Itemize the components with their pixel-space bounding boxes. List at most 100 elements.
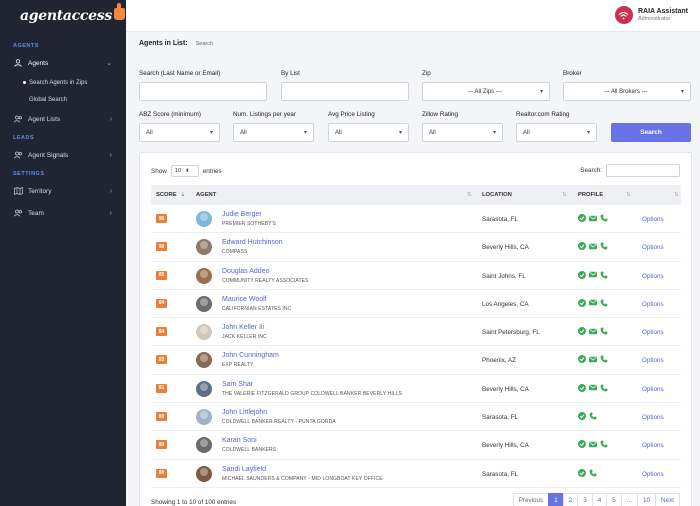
agent-location: Saint Johns, FL (482, 272, 526, 280)
email-icon[interactable] (589, 384, 597, 391)
agent-location: Sarasota, FL (482, 216, 519, 223)
realtor-select[interactable]: All ▾ (516, 123, 597, 142)
email-icon[interactable] (589, 271, 597, 278)
phone-icon[interactable] (600, 327, 608, 335)
score-badge: 83 (156, 355, 167, 365)
agent-name-link[interactable]: Edward Hutchinson (222, 239, 283, 246)
abz-score-select[interactable]: All ▾ (139, 123, 220, 142)
zillow-select[interactable]: All ▾ (422, 123, 503, 142)
agent-location: Beverly Hills, CA (482, 244, 529, 252)
sidebar-item-agent-lists[interactable]: Agent Lists › (0, 108, 126, 130)
user-menu[interactable]: RAIA Assistant Administrator (614, 6, 688, 24)
pagination-previous[interactable]: Previous (512, 493, 550, 506)
entries-length: Show 10 ⬍ entries (151, 165, 222, 177)
sidebar-item-team[interactable]: Team › (0, 202, 126, 224)
search-input[interactable] (139, 82, 267, 101)
pagination-next[interactable]: Next (655, 493, 680, 506)
phone-icon[interactable] (600, 384, 608, 392)
email-icon[interactable] (589, 299, 597, 306)
agent-name-link[interactable]: John Keller Iii (222, 324, 264, 331)
options-link[interactable]: Options (642, 216, 664, 223)
options-link[interactable]: Options (642, 357, 664, 364)
phone-icon[interactable] (589, 469, 597, 477)
profile-icons (578, 327, 611, 336)
email-icon[interactable] (589, 243, 597, 250)
pagination-page-4[interactable]: 4 (591, 493, 608, 506)
email-icon[interactable] (589, 215, 597, 222)
score-badge: 85 (156, 270, 167, 280)
sidebar-item-agent-signals[interactable]: Agent Signals › (0, 144, 126, 166)
agent-company: CALIFORNIAN ESTATES INC (222, 305, 292, 312)
bullet-icon (23, 81, 26, 84)
avatar (196, 295, 212, 312)
agent-company: COLDWELL BANKER REALTY - PUNTA GORDA (222, 419, 336, 426)
user-name: RAIA Assistant (637, 8, 688, 15)
results-card: Show 10 ⬍ entries Search: SCORE ⇣ AGENT … (139, 152, 692, 506)
pagination-page-10[interactable]: 10 (637, 493, 657, 506)
top-bar: RAIA Assistant Administrator (126, 0, 700, 32)
email-icon[interactable] (589, 328, 597, 335)
pagination-page-3[interactable]: 3 (577, 493, 593, 506)
email-icon[interactable] (589, 356, 597, 363)
broker-select[interactable]: --- All Brokers --- ▾ (563, 82, 691, 101)
zip-select-value: --- All Zips --- (467, 88, 502, 95)
sidebar: agentaccess AGENTS Agents ⌄ Search Agent… (0, 0, 126, 506)
phone-icon[interactable] (600, 355, 608, 363)
logo[interactable]: agentaccess (0, 0, 126, 32)
zip-select[interactable]: --- All Zips --- ▾ (422, 82, 550, 101)
agent-name-link[interactable]: Douglas Addeo (222, 268, 269, 275)
phone-icon[interactable] (600, 271, 608, 279)
phone-icon[interactable] (600, 214, 608, 222)
phone-icon[interactable] (600, 440, 608, 448)
table-search-input[interactable] (606, 164, 680, 177)
pagination-page-1[interactable]: 1 (548, 493, 564, 506)
header-profile[interactable]: PROFILE (578, 185, 603, 205)
pagination-page-5[interactable]: 5 (606, 493, 622, 506)
agent-name-link[interactable]: Maurice Woolf (222, 296, 267, 303)
listings-value: All (240, 129, 247, 136)
agent-company: THE VALERIE FITZGERALD GROUP COLDWELL BA… (222, 390, 403, 397)
agent-name-link[interactable]: Judie Berger (222, 211, 262, 218)
options-link[interactable]: Options (642, 471, 664, 478)
options-link[interactable]: Options (642, 301, 664, 308)
header-agent[interactable]: AGENT (196, 185, 216, 205)
by-list-input[interactable] (281, 82, 409, 101)
header-location[interactable]: LOCATION (482, 185, 512, 205)
options-link[interactable]: Options (642, 386, 664, 393)
phone-icon[interactable] (600, 299, 608, 307)
options-link[interactable]: Options (642, 329, 664, 336)
sort-icon: ⇅ (562, 192, 567, 198)
sidebar-item-territory[interactable]: Territory › (0, 180, 126, 202)
email-icon[interactable] (589, 441, 597, 448)
search-button[interactable]: Search (611, 123, 691, 142)
zillow-label: Zillow Rating (422, 111, 459, 118)
abz-score-label: ABZ Score (minimum) (139, 111, 201, 118)
options-link[interactable]: Options (642, 244, 664, 251)
agent-name-link[interactable]: John Cunningham (222, 352, 279, 359)
options-link[interactable]: Options (642, 414, 664, 421)
header-score[interactable]: SCORE ⇣ (156, 185, 185, 205)
listings-select[interactable]: All ▾ (233, 123, 314, 142)
check-circle-icon (578, 440, 586, 449)
entries-select[interactable]: 10 ⬍ (170, 165, 199, 177)
sidebar-item-agents[interactable]: Agents ⌄ (0, 52, 126, 74)
agent-name-link[interactable]: Karan Soni (222, 437, 257, 444)
phone-icon[interactable] (589, 412, 597, 420)
avatar (196, 211, 212, 227)
sidebar-subitem-global-search[interactable]: Global Search (0, 91, 126, 108)
profile-icons (578, 214, 611, 222)
options-link[interactable]: Options (642, 273, 664, 280)
profile-icons (578, 270, 611, 279)
profile-icons (578, 355, 611, 364)
users-icon (13, 115, 23, 123)
agent-name-link[interactable]: John Littlejohn (222, 409, 267, 416)
agent-name-link[interactable]: Sandi Layfield (222, 466, 266, 473)
header-agent-label: AGENT (196, 192, 217, 198)
options-link[interactable]: Options (642, 442, 664, 449)
avg-price-select[interactable]: All ▾ (328, 123, 409, 142)
phone-icon[interactable] (600, 242, 608, 250)
pagination-page-2[interactable]: 2 (562, 493, 579, 506)
sidebar-subitem-search-in-zips[interactable]: Search Agents in Zips (0, 74, 126, 91)
agent-name-link[interactable]: Sam Shar (222, 381, 253, 388)
check-circle-icon (578, 242, 586, 251)
